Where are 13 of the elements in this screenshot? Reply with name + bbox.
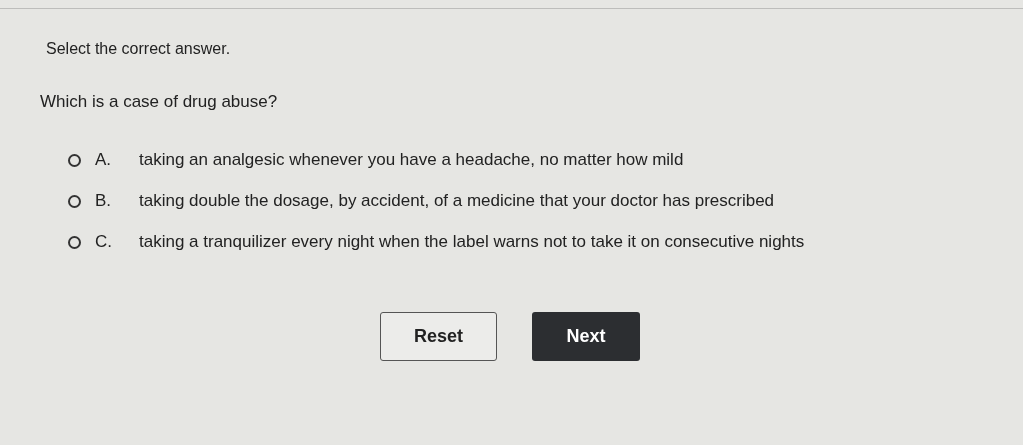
question-text: Which is a case of drug abuse? [40,92,279,112]
radio-button[interactable] [68,194,81,208]
option-text[interactable]: taking a tranquilizer every night when the label warns not to take it on consecutive nights [139,232,805,252]
radio-button[interactable] [68,235,81,249]
option-text[interactable]: taking an analgesic whenever you have a headache, no matter how mild [139,150,684,170]
next-button[interactable]: Next [532,312,640,361]
option-letter: B. [95,191,113,211]
option-letter: A. [95,150,113,170]
instruction-text: Select the correct answer. [46,40,232,58]
option-text[interactable]: taking double the dosage, by accident, of a medicine that your doctor has prescribed [139,191,775,211]
radio-button[interactable] [68,153,81,167]
reset-button[interactable]: Reset [380,312,497,361]
option-letter: C. [95,232,113,252]
